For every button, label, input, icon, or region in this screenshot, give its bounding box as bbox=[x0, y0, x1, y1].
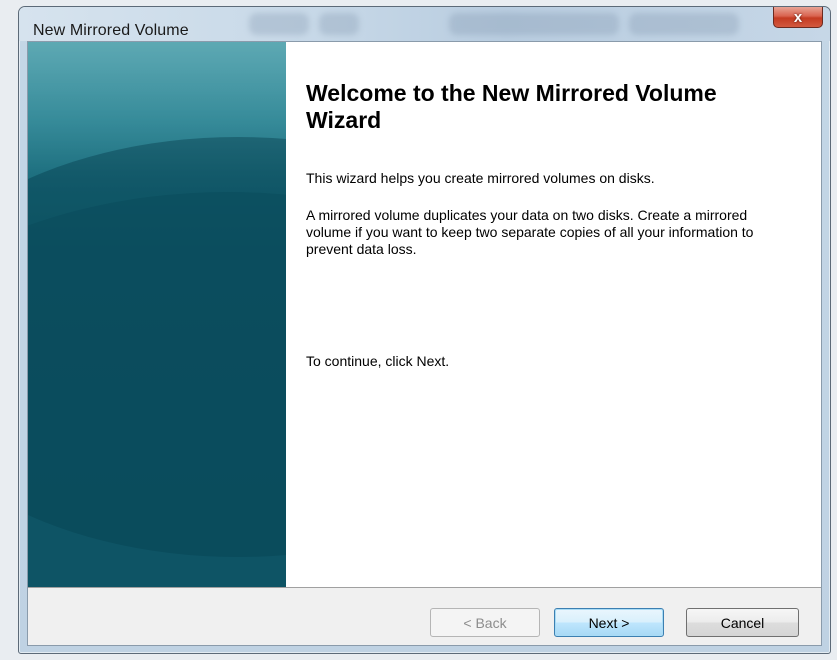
back-button[interactable]: < Back bbox=[430, 608, 540, 637]
cancel-button[interactable]: Cancel bbox=[686, 608, 799, 637]
background-blur bbox=[629, 13, 739, 35]
wizard-content: Welcome to the New Mirrored Volume Wizar… bbox=[286, 42, 821, 587]
title-bar[interactable]: New Mirrored Volume x bbox=[19, 7, 830, 41]
wizard-body: Welcome to the New Mirrored Volume Wizar… bbox=[27, 41, 822, 646]
wizard-intro-text: This wizard helps you create mirrored vo… bbox=[306, 170, 655, 186]
window-title: New Mirrored Volume bbox=[33, 22, 189, 39]
close-icon: x bbox=[793, 8, 803, 26]
wizard-description-text: A mirrored volume duplicates your data o… bbox=[306, 207, 754, 257]
wizard-window: New Mirrored Volume x Welcome to the New… bbox=[18, 6, 831, 654]
background-blur bbox=[249, 13, 309, 35]
sidebar-gloss bbox=[28, 42, 286, 192]
wizard-button-bar: < Back Next > Cancel bbox=[28, 587, 821, 645]
close-button[interactable]: x bbox=[773, 7, 823, 28]
wizard-continue-hint: To continue, click Next. bbox=[306, 353, 450, 369]
next-button[interactable]: Next > bbox=[554, 608, 664, 637]
sidebar-wave-graphic bbox=[28, 137, 286, 557]
wizard-heading: Welcome to the New Mirrored Volume Wizar… bbox=[306, 80, 717, 133]
background-blur bbox=[449, 13, 619, 35]
background-blur bbox=[319, 13, 359, 35]
wizard-sidebar-banner bbox=[28, 42, 286, 587]
